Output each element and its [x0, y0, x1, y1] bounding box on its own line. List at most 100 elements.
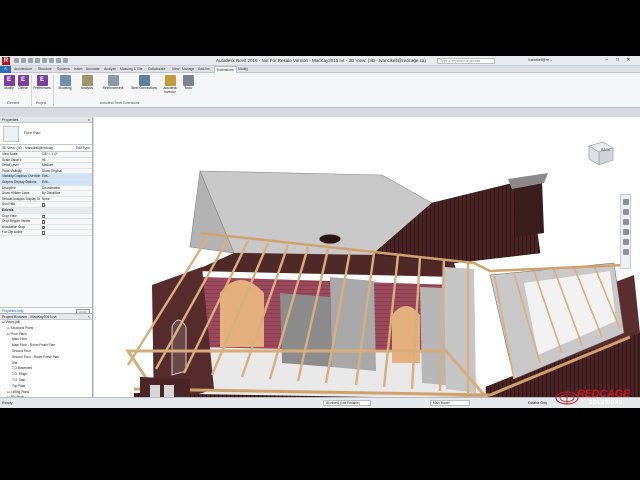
property-checkbox[interactable]: [42, 231, 46, 235]
instance-name: 3D View: {3D - Ivancikell@redcag...: [2, 146, 56, 150]
panel-label-project: Project: [36, 101, 47, 105]
modeling-button[interactable]: Modeling: [56, 75, 74, 99]
inventor-icon: [164, 75, 176, 86]
tab-systems[interactable]: Systems: [57, 66, 70, 73]
file-tab[interactable]: R: [0, 66, 11, 73]
tools-button[interactable]: Tools: [181, 75, 195, 99]
extents-row[interactable]: Far Clip Active: [0, 230, 92, 236]
tab-annotate[interactable]: Annotate: [86, 66, 100, 73]
ribbon-tabs: R Architecture Structure Systems Insert …: [0, 66, 640, 73]
property-checkbox[interactable]: [42, 214, 46, 218]
autodesk-inventor-button[interactable]: Autodesk Inventor: [160, 75, 180, 99]
tree-item-label: Ceiling Plans: [10, 389, 30, 394]
type-selector[interactable]: Floor Plan: [0, 123, 92, 145]
sun-path-checkbox[interactable]: [42, 203, 46, 207]
user-signin[interactable]: Ivancikell@re...: [528, 58, 552, 62]
extensions-modify-icon: E: [3, 75, 15, 86]
analysis-icon: [81, 75, 93, 86]
tools-icon: [182, 75, 194, 86]
workset-dropdown[interactable]: Workset1 (Not Editable): [323, 400, 371, 406]
steel-connections-button[interactable]: Steel Connections: [131, 75, 157, 99]
measure-icon[interactable]: [49, 58, 54, 63]
extensions-delete-icon: E: [17, 75, 29, 86]
tree-item-label: Second Floor: [12, 348, 31, 353]
instance-selector[interactable]: 3D View: {3D - Ivancikell@redcag... Edit…: [0, 145, 92, 152]
modify-button[interactable]: E Modify: [2, 75, 16, 99]
tree-item-label: T.O. Ridge: [12, 372, 28, 377]
text-icon[interactable]: [56, 58, 61, 63]
user-name: Ivancikell@re...: [528, 58, 552, 62]
pan-icon[interactable]: [622, 219, 629, 225]
orbit-icon[interactable]: [622, 229, 629, 235]
design-option-dropdown[interactable]: Main Model: [430, 400, 470, 406]
reinforcement-button[interactable]: Reinforcement: [99, 75, 127, 99]
tab-structure[interactable]: Structure: [38, 66, 52, 73]
redcage-logo-icon: [555, 390, 579, 405]
search-input[interactable]: Type a keyword or phrase: [437, 58, 495, 64]
property-checkbox[interactable]: [42, 225, 46, 230]
ribbon-label: Steel Connections: [131, 86, 157, 90]
analysis-button[interactable]: Analysis: [78, 75, 96, 99]
tab-manage[interactable]: Manage: [182, 66, 194, 73]
ribbon-label: Tools: [184, 86, 192, 90]
tree-item-label: Site: [12, 360, 18, 365]
redcage-logo: REDCAGE SOLUTIONS: [553, 386, 637, 408]
tree-item-label: T.O.Basement: [12, 366, 33, 371]
redo-icon[interactable]: [35, 58, 40, 63]
properties-palette: Properties × Floor Plan 3D View: {3D - I…: [0, 117, 93, 314]
project-browser-header: Project Browser - MacKay2015.rvt ×: [0, 314, 92, 320]
revit-window: R Autodesk Revit 2016 - Not For Resale V…: [0, 56, 640, 408]
tab-collaborate[interactable]: Collaborate: [148, 66, 165, 73]
edit-type-button[interactable]: Edit Type: [76, 145, 90, 152]
tab-analyze[interactable]: Analyze: [104, 66, 116, 73]
ribbon-label: Preferences: [33, 86, 51, 90]
print-icon[interactable]: [42, 58, 47, 63]
property-rows: View Scale 1/8" = 1'-0" Scale Value 1: 96 De…: [0, 152, 92, 208]
open-icon[interactable]: [14, 58, 19, 63]
modeling-icon: [59, 75, 71, 86]
tab-view[interactable]: View: [172, 66, 179, 73]
status-bar: Ready Workset1 (Not Editable) Main Model…: [0, 397, 640, 408]
minimize-button[interactable]: –: [602, 57, 611, 64]
reinforcement-icon: [107, 75, 119, 86]
undo-icon[interactable]: [28, 58, 33, 63]
tab-insert[interactable]: Insert: [74, 66, 82, 73]
3d-view-icon[interactable]: [63, 58, 68, 63]
navigation-bar: [620, 194, 631, 269]
tab-modify[interactable]: Modify: [238, 66, 248, 73]
preferences-button[interactable]: E Preferences: [33, 75, 51, 99]
zoom-extents-icon[interactable]: [622, 239, 629, 245]
delete-button[interactable]: E Delete: [16, 75, 30, 99]
project-browser-title: Project Browser - MacKay2015.rvt: [2, 315, 57, 319]
tab-massing-site[interactable]: Massing & Site: [120, 66, 143, 73]
viewcube[interactable]: BACK: [583, 138, 617, 168]
tab-architecture[interactable]: Architecture: [14, 66, 32, 73]
tree-item-label: Main Floor: [12, 337, 28, 342]
close-icon[interactable]: ×: [88, 314, 90, 320]
look-icon[interactable]: [622, 249, 629, 255]
status-text: Ready: [2, 401, 13, 405]
ribbon-label: Modeling: [58, 86, 72, 90]
tree-item-label: Views (all): [5, 320, 21, 324]
ribbon-label: Autodesk Inventor: [163, 86, 177, 94]
steel-connections-icon: [138, 75, 150, 86]
steering-wheel-icon[interactable]: [622, 199, 629, 205]
tab-add-ins[interactable]: Add-Ins: [198, 66, 210, 73]
3d-viewport[interactable]: [94, 117, 640, 408]
tab-extensions[interactable]: Extensions: [214, 66, 237, 73]
save-icon[interactable]: [21, 58, 26, 63]
panel-separator: [53, 75, 54, 106]
zoom-icon[interactable]: [622, 209, 629, 215]
viewcube-icon: BACK: [588, 141, 614, 166]
maximize-button[interactable]: □: [613, 57, 622, 64]
revit-logo-icon[interactable]: R: [2, 57, 10, 65]
property-checkbox[interactable]: [42, 220, 46, 224]
ribbon-label: Analysis: [81, 86, 93, 90]
floor-plan-icon: [3, 126, 19, 142]
tree-item-label: T.O. Slab: [12, 377, 26, 382]
tree-item-label: Floor Plans: [10, 331, 27, 336]
close-button[interactable]: ✕: [624, 57, 633, 64]
editable-only-checkbox[interactable]: Editable Only: [528, 401, 547, 405]
title-bar: R Autodesk Revit 2016 - Not For Resale V…: [0, 56, 640, 66]
panel-label-element: Element: [7, 101, 20, 105]
